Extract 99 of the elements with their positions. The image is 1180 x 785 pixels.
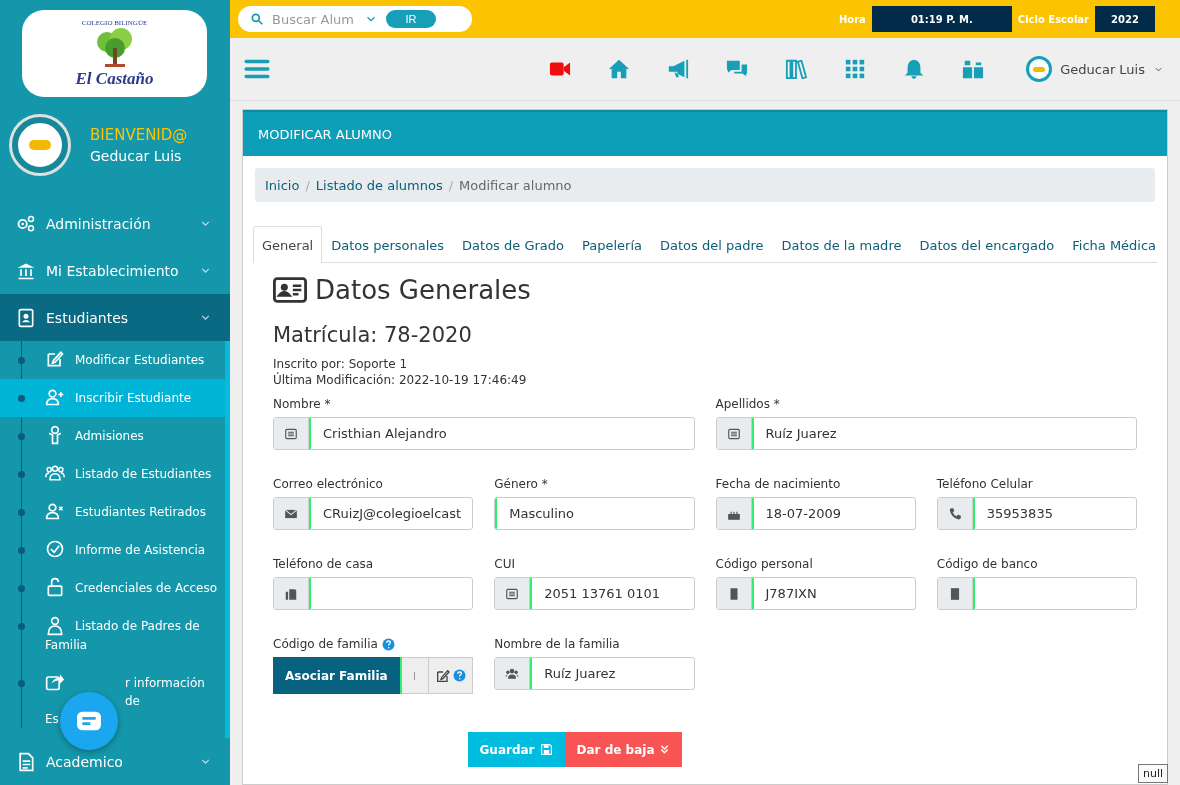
field-label: Apellidos * [715, 397, 780, 411]
tab[interactable]: Datos de la madre [772, 226, 911, 263]
tab[interactable]: Datos de Grado [453, 226, 573, 263]
input-field[interactable]: J787IXN [715, 577, 916, 610]
edit-icon [45, 349, 65, 369]
user-remove-icon [45, 501, 65, 521]
input-field[interactable]: CRuizJ@colegioelcast [273, 497, 474, 530]
tab[interactable]: Ficha Médica [1063, 226, 1166, 263]
section-title: Datos Generales [315, 275, 531, 305]
share-icon [45, 672, 65, 692]
last-modified: Última Modificación: 2022-10-19 17:46:49 [273, 373, 528, 387]
tooltip: null [1137, 764, 1168, 783]
user-name: Geducar Luis [90, 148, 183, 164]
field-label: Género * [494, 477, 548, 491]
user-menu[interactable]: Geducar Luis [1026, 56, 1164, 82]
chat-button[interactable] [60, 692, 118, 750]
check-circle-icon [45, 539, 65, 559]
input-field[interactable]: 35953835 [936, 497, 1137, 530]
gears-icon [16, 213, 36, 234]
document-icon [16, 751, 36, 772]
field-label: Teléfono de casa [273, 557, 374, 571]
input-field[interactable]: Ruíz Juarez [494, 657, 695, 690]
avatar-icon [1026, 56, 1053, 82]
list-icon [505, 586, 520, 601]
timeline-dot [18, 623, 25, 630]
tab[interactable]: Datos del padre [651, 226, 773, 263]
field-label: Fecha de nacimiento [715, 477, 841, 491]
timeline-dot [18, 471, 25, 478]
registered-by: Inscrito por: Soporte 1 [273, 357, 409, 371]
double-chevron-icon [659, 744, 671, 755]
card-title: MODIFICAR ALUMNO [243, 110, 1167, 156]
sidebar-item[interactable]: Estudiantes [0, 294, 230, 341]
welcome-text: BIENVENID@ [90, 126, 188, 144]
input-field[interactable] [936, 577, 1137, 610]
toolbar-button[interactable] [962, 58, 985, 80]
megaphone-icon [667, 58, 690, 80]
cycle-label: Ciclo Escolar [1017, 13, 1089, 25]
user-icon [45, 615, 65, 636]
field-label: Nombre * [273, 397, 331, 411]
unlock-icon [45, 577, 65, 597]
edit-icon [434, 667, 451, 684]
input-field[interactable]: Ruíz Juarez [715, 417, 1137, 450]
field-label: CUI [494, 557, 515, 571]
time-display: 01:19 P. M. [871, 6, 1012, 32]
gifts-icon [962, 58, 985, 80]
search-icon [250, 12, 264, 26]
enrollment-number: Matrícula: 78-2020 [273, 323, 473, 347]
users-icon [45, 463, 65, 483]
time-label: Hora [838, 13, 866, 25]
breadcrumb-separator: / [448, 177, 454, 193]
timeline-dot [18, 509, 25, 516]
field-label: Código de familia [273, 637, 378, 651]
timeline-dot [18, 585, 25, 592]
toolbar-button[interactable] [608, 58, 631, 80]
timeline-dot [18, 357, 25, 364]
field-label: Correo electrónico [273, 477, 383, 491]
home-icon [608, 58, 631, 80]
envelope-icon [284, 506, 298, 521]
timeline-dot [18, 547, 25, 554]
timeline-dot [18, 395, 25, 402]
input-field[interactable] [401, 657, 429, 694]
breadcrumb-current: Modificar alumno [459, 177, 572, 193]
cycle-display: 2022 [1095, 6, 1155, 32]
logo-text: El Castaño [75, 68, 154, 89]
tab[interactable]: Datos personales [322, 226, 454, 263]
breadcrumb-separator: / [305, 177, 310, 193]
field-label: Código de banco [936, 557, 1038, 571]
user-plus-icon [45, 387, 65, 407]
tab[interactable]: Papelería [573, 226, 651, 263]
list-icon [726, 426, 741, 441]
users-icon [505, 666, 520, 681]
input-field[interactable] [273, 577, 474, 610]
save-icon [539, 743, 553, 756]
phone-icon [947, 506, 962, 521]
tab[interactable]: General [253, 226, 323, 263]
tab[interactable]: Datos del encargado [910, 226, 1064, 263]
edit-button[interactable] [428, 657, 474, 694]
breadcrumb-link[interactable]: Listado de alumnos [315, 177, 443, 193]
timeline-dot [18, 679, 25, 687]
avatar [12, 117, 68, 173]
toolbar-button[interactable] [844, 58, 867, 80]
breadcrumb-link[interactable]: Inicio [265, 177, 300, 193]
input-field[interactable]: Masculino [494, 497, 695, 530]
field-label: Teléfono Celular [936, 477, 1033, 491]
input-field[interactable]: 2051 13761 0101 [494, 577, 695, 610]
toolbar-button[interactable] [785, 58, 808, 80]
associate-family-button[interactable]: Asociar Familia [273, 657, 402, 694]
help-icon [381, 637, 395, 651]
input-field[interactable]: 18-07-2009 [715, 497, 916, 530]
timeline-dot [18, 433, 25, 440]
toolbar-button[interactable] [667, 58, 690, 80]
help-icon [452, 669, 466, 682]
field-label: Código personal [715, 557, 813, 571]
grid-icon [844, 58, 867, 80]
field-label: Nombre de la familia [494, 637, 620, 651]
list-icon [284, 426, 298, 441]
input-field[interactable]: Cristhian Alejandro [273, 417, 695, 450]
books-icon [785, 58, 808, 80]
contact-card-icon [16, 307, 36, 328]
